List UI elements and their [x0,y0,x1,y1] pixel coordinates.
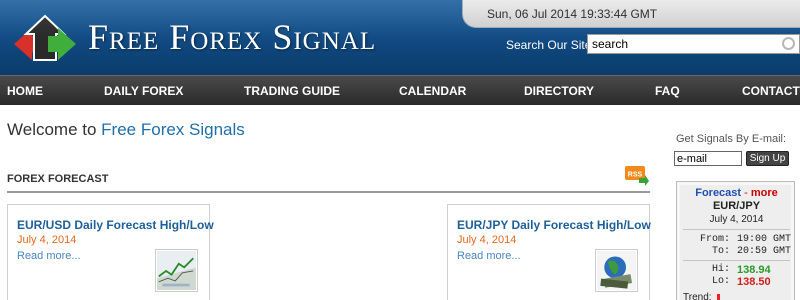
widget-forecast-label: Forecast [695,187,742,199]
trend-indicator [717,294,720,300]
card-date: July 4, 2014 [17,234,77,246]
search-input[interactable] [587,34,800,54]
current-datetime: Sun, 06 Jul 2014 19:33:44 GMT [487,7,658,21]
card-title[interactable]: EUR/JPY Daily Forecast High/Low [457,218,651,232]
logo-arrows-icon[interactable] [10,14,80,62]
datetime-bar: Sun, 06 Jul 2014 19:33:44 GMT [462,0,800,28]
sign-up-button[interactable]: Sign Up [746,151,789,166]
widget-to-label: To: [711,246,730,257]
welcome-brand: Free Forex Signals [101,120,245,139]
page-title: Welcome to Free Forex Signals [7,120,245,140]
widget-date: July 4, 2014 [709,214,764,225]
welcome-prefix: Welcome to [7,120,102,139]
rss-label: RSS [628,172,643,179]
forecast-card-eurjpy: EUR/JPY Daily Forecast High/Low July 4, … [447,204,651,300]
nav-daily-forex[interactable]: DAILY FOREX [104,84,183,98]
widget-more-link[interactable]: more [751,187,778,199]
widget-header: Forecast - more [677,187,796,199]
widget-hi-value: 138.94 [737,264,771,276]
widget-dash: - [741,187,751,199]
nav-home[interactable]: HOME [7,84,43,98]
nav-trading-guide[interactable]: TRADING GUIDE [244,84,340,98]
rss-icon[interactable]: RSS [625,166,649,186]
nav-directory[interactable]: DIRECTORY [524,84,594,98]
main-nav: HOME DAILY FOREX TRADING GUIDE CALENDAR … [0,75,800,105]
nav-contact[interactable]: CONTACT [742,84,800,98]
card-title[interactable]: EUR/USD Daily Forecast High/Low [17,218,214,232]
widget-from-value: 19:00 GMT [737,234,792,245]
signals-label: Get Signals By E-mail: [676,133,787,145]
read-more-link[interactable]: Read more... [457,250,521,262]
search-label: Search Our Site: [506,38,595,52]
email-field[interactable] [674,151,742,166]
read-more-link[interactable]: Read more... [17,250,81,262]
widget-pair: EUR/JPY [712,200,761,212]
widget-lo-label: Lo: [711,276,730,287]
widget-divider [683,229,790,230]
widget-lo-value: 138.50 [737,276,771,288]
section-title: FOREX FORECAST [7,173,109,185]
widget-divider [683,260,790,261]
globe-money-thumbnail-icon[interactable] [595,249,638,292]
chart-thumbnail-icon[interactable] [155,249,198,292]
nav-calendar[interactable]: CALENDAR [399,84,466,98]
forecast-card-eurusd: EUR/USD Daily Forecast High/Low July 4, … [7,204,214,300]
widget-to-value: 20:59 GMT [737,246,792,257]
site-title[interactable]: Free Forex Signal [88,16,376,58]
forecast-widget: Forecast - more EUR/JPY July 4, 2014 Fro… [676,181,795,300]
search-icon[interactable] [782,37,795,50]
widget-trend-label: Trend: [683,292,712,300]
nav-faq[interactable]: FAQ [655,84,680,98]
card-date: July 4, 2014 [457,234,517,246]
section-divider [7,191,650,193]
widget-from-label: From: [699,234,730,245]
site-header: Free Forex Signal Sun, 06 Jul 2014 19:33… [0,0,800,75]
widget-hi-label: Hi: [711,264,730,275]
